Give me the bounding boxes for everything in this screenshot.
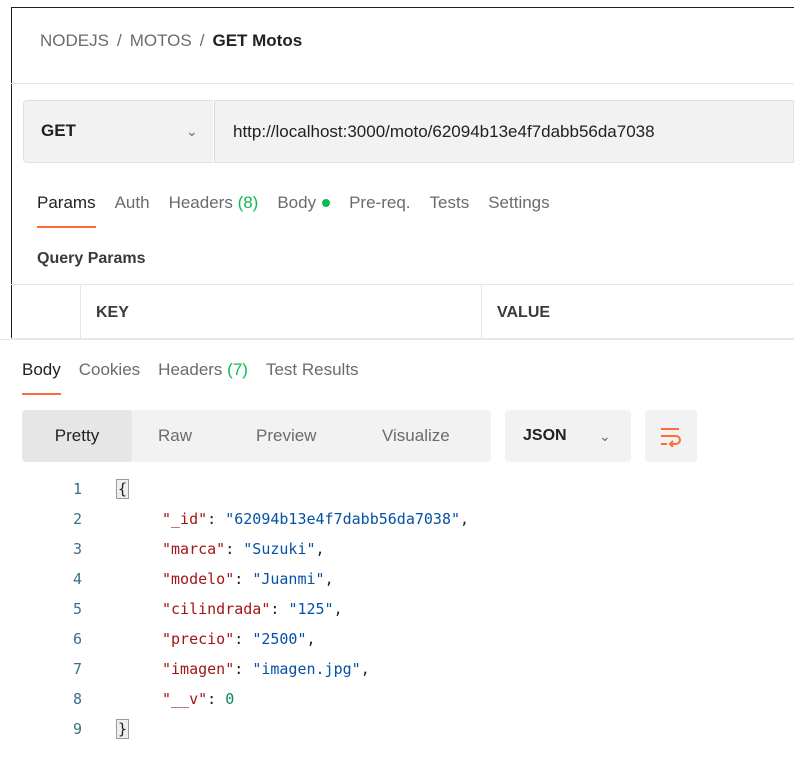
json-key: "modelo" (162, 570, 235, 588)
url-input[interactable]: http://localhost:3000/moto/62094b13e4f7d… (214, 100, 794, 163)
json-key: "cilindrada" (162, 600, 271, 618)
response-tab-test-results[interactable]: Test Results (266, 360, 359, 380)
line-number: 5 (72, 600, 82, 618)
response-tabs: Body Cookies Headers (7) Test Results (22, 360, 377, 395)
view-raw[interactable]: Raw (158, 410, 192, 462)
column-divider (80, 285, 81, 338)
tab-pre-request[interactable]: Pre-req. (349, 193, 410, 213)
line-number: 4 (72, 570, 82, 588)
code-line: 8 "__v": 0 (0, 690, 794, 714)
tab-label: Headers (168, 193, 233, 212)
open-brace[interactable]: { (115, 479, 130, 499)
code-line: 7 "imagen": "imagen.jpg", (0, 660, 794, 684)
json-value: 0 (225, 690, 235, 708)
tab-auth[interactable]: Auth (115, 193, 150, 213)
line-number: 3 (72, 540, 82, 558)
json-value: "Juanmi" (252, 570, 325, 588)
line-number: 9 (72, 720, 82, 738)
url-value: http://localhost:3000/moto/62094b13e4f7d… (233, 122, 655, 141)
code-line: 5 "cilindrada": "125", (0, 600, 794, 624)
view-pretty[interactable]: Pretty (22, 410, 132, 462)
format-select[interactable]: JSON ⌄ (505, 410, 631, 462)
tab-params[interactable]: Params (37, 193, 96, 228)
tab-label: Test Results (265, 360, 359, 379)
tab-label: Cookies (78, 360, 141, 379)
tab-headers[interactable]: Headers (8) (169, 193, 259, 213)
line-number: 8 (72, 690, 82, 708)
breadcrumb-collection[interactable]: NODEJS (40, 31, 109, 51)
response-headers-count: (7) (227, 360, 248, 379)
method-label: GET (41, 121, 76, 140)
json-value: "2500" (252, 630, 307, 648)
line-number: 7 (72, 660, 82, 678)
chevron-down-icon: ⌄ (599, 428, 611, 444)
key-column-header: KEY (96, 304, 129, 321)
tab-label: Settings (488, 193, 550, 212)
divider (11, 83, 794, 84)
column-divider (481, 285, 482, 338)
json-value: "imagen.jpg" (252, 660, 361, 678)
view-visualize[interactable]: Visualize (382, 410, 450, 462)
chevron-down-icon: ⌄ (186, 123, 198, 139)
query-params-title: Query Params (37, 250, 146, 267)
tab-label: Params (37, 193, 96, 212)
tab-settings[interactable]: Settings (488, 193, 549, 213)
json-key: "marca" (162, 540, 226, 558)
line-number: 1 (72, 480, 82, 498)
json-key: "precio" (162, 630, 235, 648)
headers-count: (8) (237, 193, 259, 212)
tab-label: Tests (429, 193, 470, 212)
json-value: "Suzuki" (243, 540, 316, 558)
tab-tests[interactable]: Tests (430, 193, 470, 213)
view-mode-segmented-control: Pretty Raw Preview Visualize (22, 410, 491, 462)
breadcrumb-folder[interactable]: MOTOS (130, 31, 192, 51)
code-line: 3 "marca": "Suzuki", (0, 540, 794, 564)
response-tab-cookies[interactable]: Cookies (79, 360, 140, 380)
wrap-lines-button[interactable] (645, 410, 697, 462)
json-key: "__v" (162, 690, 208, 708)
tab-label: Auth (114, 193, 150, 212)
breadcrumb-separator: / (116, 31, 122, 50)
body-indicator-dot (322, 198, 331, 207)
line-number: 2 (72, 510, 82, 528)
code-line: 9 } (0, 719, 794, 744)
code-line: 2 "_id": "62094b13e4f7dabb56da7038", (0, 510, 794, 534)
view-preview[interactable]: Preview (256, 410, 316, 462)
close-brace[interactable]: } (115, 719, 130, 739)
line-number: 6 (72, 630, 82, 648)
request-name[interactable]: GET Motos (212, 31, 302, 51)
breadcrumb-separator: / (199, 31, 205, 50)
json-key: "imagen" (162, 660, 235, 678)
tab-label: Pre-req. (349, 193, 411, 212)
value-column-header: VALUE (497, 304, 551, 321)
format-label: JSON (523, 427, 567, 444)
tab-body[interactable]: Body (277, 193, 331, 213)
code-line: 6 "precio": "2500", (0, 630, 794, 654)
response-tab-body[interactable]: Body (22, 360, 61, 395)
tab-label: Headers (158, 360, 223, 379)
response-divider[interactable] (0, 339, 794, 340)
code-line: 4 "modelo": "Juanmi", (0, 570, 794, 594)
query-params-table: KEY VALUE (11, 284, 794, 339)
method-select[interactable]: GET ⌄ (23, 100, 213, 163)
request-tabs: Params Auth Headers (8) Body Pre-req. Te… (37, 193, 569, 228)
tab-label: Body (277, 193, 317, 212)
json-value: "62094b13e4f7dabb56da7038" (225, 510, 461, 528)
tab-label: Body (22, 360, 61, 379)
response-tab-headers[interactable]: Headers (7) (158, 360, 248, 380)
json-key: "_id" (162, 510, 208, 528)
json-value: "125" (288, 600, 334, 618)
wrap-lines-icon (661, 428, 681, 447)
code-line: 1 { (0, 479, 794, 504)
breadcrumb: NODEJS / MOTOS / GET Motos (40, 31, 302, 51)
